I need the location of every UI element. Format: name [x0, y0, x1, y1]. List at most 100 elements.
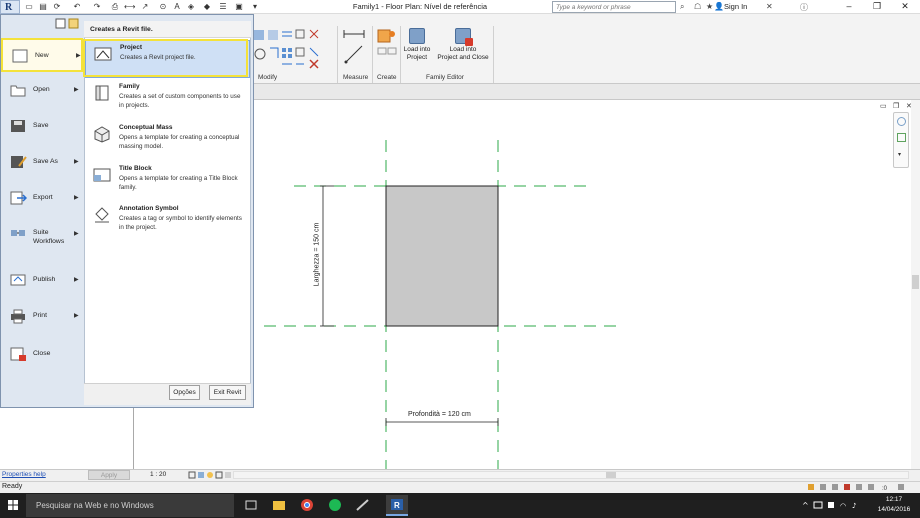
tag-icon[interactable]: ⊙ — [158, 2, 168, 12]
vertical-scrollbar[interactable] — [911, 100, 920, 470]
exchange-apps-icon[interactable]: ✕ — [766, 2, 773, 11]
submenu-arrow-icon: ▶ — [74, 231, 79, 237]
modify-panel-label: Modify — [258, 74, 278, 81]
options-button[interactable]: Opções — [169, 385, 200, 400]
recent-documents-icon[interactable] — [55, 18, 81, 30]
new-conceptual-mass-item[interactable]: Conceptual Mass Opens a template for cre… — [85, 121, 250, 159]
menu-item-save-as[interactable]: Save As ▶ — [1, 146, 83, 180]
help-search-input[interactable] — [556, 3, 672, 12]
nav-dropdown-icon[interactable]: ▾ — [898, 151, 901, 158]
dimension-icon[interactable]: ↗ — [140, 2, 150, 12]
measure-tools-icon[interactable] — [342, 28, 372, 68]
section-icon[interactable]: ◆ — [202, 2, 212, 12]
family-icon — [95, 85, 109, 101]
zoom-icon[interactable] — [897, 133, 906, 142]
properties-help-link[interactable]: Properties help — [2, 471, 46, 478]
view-control-icons[interactable] — [188, 471, 232, 479]
status-icons[interactable]: :0 — [806, 483, 916, 492]
clock-time: 12:17 — [885, 496, 903, 503]
text-icon[interactable]: A — [172, 2, 182, 12]
application-menu-button[interactable]: R — [0, 0, 20, 14]
minimize-button[interactable]: – — [834, 1, 864, 13]
subscription-icon[interactable]: ☖ — [694, 2, 701, 11]
help-icon[interactable]: ⓘ — [800, 2, 808, 13]
modify-tools-icon[interactable] — [252, 28, 332, 74]
submenu-arrow-icon: ▶ — [74, 277, 79, 283]
load-into-project-and-close-button[interactable]: Load into Project and Close — [434, 28, 492, 62]
menu-item-close[interactable]: Close — [1, 338, 83, 372]
3d-view-icon[interactable]: ◈ — [186, 2, 196, 12]
horizontal-scrollbar[interactable] — [233, 471, 909, 479]
customize-qat-icon[interactable]: ▾ — [250, 2, 260, 12]
title-block-icon — [93, 168, 111, 182]
new-annotation-symbol-item[interactable]: Annotation Symbol Creates a tag or symbo… — [85, 202, 250, 240]
menu-item-new[interactable]: New ▶ — [1, 38, 83, 72]
menu-item-open[interactable]: Open ▶ — [1, 74, 83, 108]
sign-in-button[interactable]: Sign In — [724, 2, 747, 11]
svg-text:^: ^ — [802, 501, 809, 510]
ribbon: Modify Measure Create Load into Project … — [250, 14, 920, 84]
restore-button[interactable]: ❐ — [862, 1, 892, 13]
svg-text::0: :0 — [882, 486, 888, 492]
taskbar-clock[interactable]: 12:17 14/04/2016 — [872, 495, 916, 515]
menu-item-suite-workflows[interactable]: Suite Workflows ▶ — [1, 218, 83, 258]
svg-text:♪: ♪ — [852, 502, 856, 510]
exit-revit-button[interactable]: Exit Revit — [209, 385, 246, 400]
menu-item-export[interactable]: Export ▶ — [1, 182, 83, 216]
submenu-arrow-icon: ▶ — [74, 87, 79, 93]
new-family-item[interactable]: Family Creates a set of custom component… — [85, 80, 250, 118]
view-scale[interactable]: 1 : 20 — [150, 471, 166, 478]
help-search-box[interactable] — [552, 1, 676, 13]
window-title: Family1 - Floor Plan: Nível de referênci… — [352, 2, 488, 11]
redo-icon[interactable]: ↷ — [92, 2, 102, 12]
navigation-bar[interactable]: ▾ — [893, 112, 909, 168]
dimension-label-height[interactable]: Larghezza = 150 cm — [314, 215, 321, 295]
thin-lines-icon[interactable]: ☰ — [218, 2, 228, 12]
menu-item-print[interactable]: Print ▶ — [1, 300, 83, 334]
family-editor-panel-label: Family Editor — [426, 74, 464, 81]
new-title-block-item[interactable]: Title Block Opens a template for creatin… — [85, 162, 250, 200]
print-icon — [11, 309, 25, 324]
submenu-arrow-icon: ▶ — [76, 53, 81, 59]
user-icon[interactable]: 👤 — [714, 2, 724, 11]
menu-item-publish[interactable]: Publish ▶ — [1, 264, 83, 298]
close-file-icon — [10, 347, 26, 361]
open-icon[interactable]: ▭ — [24, 2, 34, 12]
chrome-icon[interactable] — [296, 495, 318, 516]
create-panel-label: Create — [377, 74, 397, 81]
revit-taskbar-icon[interactable]: R — [386, 495, 408, 516]
status-bar — [0, 481, 920, 493]
close-window-button[interactable]: ✕ — [890, 1, 920, 13]
submenu-arrow-icon: ▶ — [74, 195, 79, 201]
taskbar-search-box[interactable]: Pesquisar na Web e no Windows — [26, 494, 234, 517]
extrusion-rectangle — [385, 185, 499, 327]
svg-text:◠: ◠ — [840, 502, 846, 510]
highlight-frame — [83, 39, 248, 77]
switch-windows-icon[interactable]: ▣ — [234, 2, 244, 12]
submenu-arrow-icon: ▶ — [74, 313, 79, 319]
undo-icon[interactable]: ↶ — [72, 2, 82, 12]
save-as-icon — [11, 156, 27, 168]
file-explorer-icon[interactable] — [268, 495, 290, 516]
start-windows-icon[interactable] — [0, 493, 26, 518]
app-pencil-icon[interactable] — [352, 495, 374, 516]
task-view-icon[interactable] — [240, 495, 262, 516]
save-icon[interactable]: ▤ — [38, 2, 48, 12]
publish-icon — [10, 274, 26, 286]
save-disk-icon — [11, 120, 25, 132]
submenu-header: Creates a Revit file. — [84, 21, 251, 38]
print-icon[interactable]: ⎙ — [110, 2, 120, 12]
dimension-label-width[interactable]: Profondità = 120 cm — [408, 411, 471, 418]
steering-wheel-icon[interactable] — [897, 117, 906, 126]
sync-icon[interactable]: ⟳ — [52, 2, 62, 12]
communication-icon[interactable]: ★ — [706, 2, 713, 11]
search-icon[interactable]: ⌕ — [680, 2, 684, 12]
suite-workflows-icon — [11, 230, 25, 236]
clock-date: 14/04/2016 — [877, 506, 911, 513]
spotify-icon[interactable] — [324, 495, 346, 516]
system-tray-icons[interactable]: ^ ◠ ♪ — [800, 499, 870, 511]
svg-text:R: R — [394, 501, 400, 510]
measure-icon[interactable]: ⟷ — [124, 2, 135, 12]
apply-button[interactable]: Apply — [88, 470, 130, 480]
menu-item-save[interactable]: Save — [1, 110, 83, 144]
